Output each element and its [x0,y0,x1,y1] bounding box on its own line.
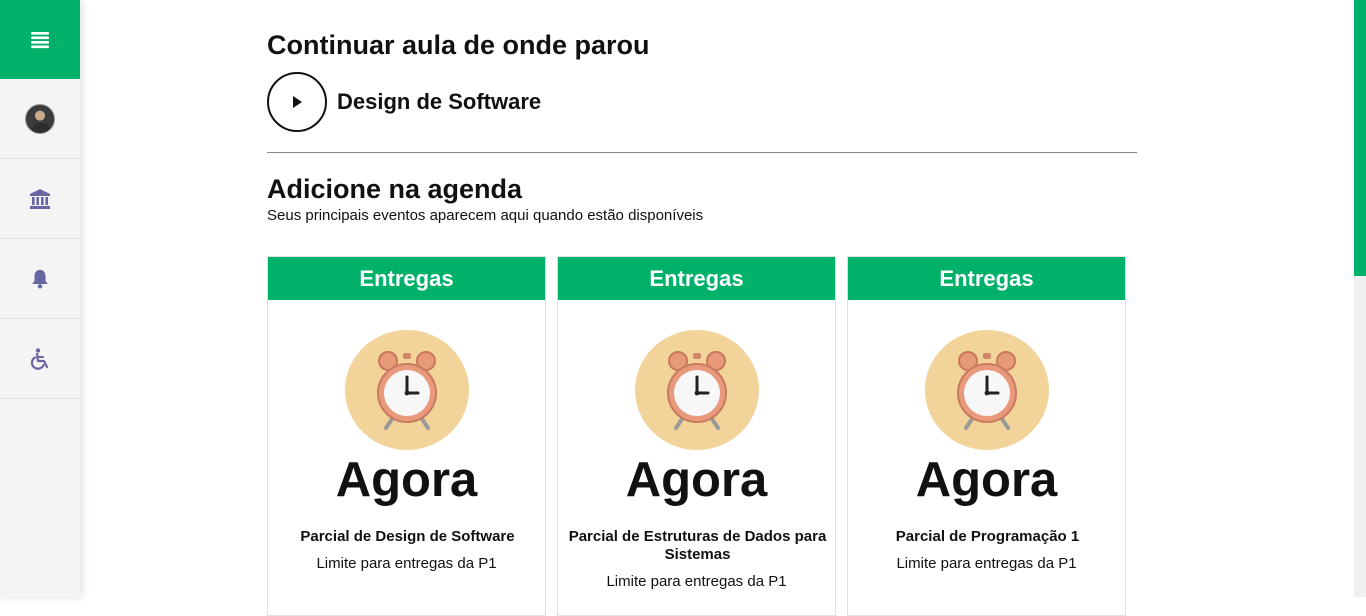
sidebar-item-accessibility[interactable] [0,319,80,399]
alarm-clock-icon [925,330,1049,450]
course-name[interactable]: Design de Software [337,89,541,115]
menu-button[interactable] [0,0,80,79]
sidebar [0,0,80,597]
card-title: Parcial de Design de Software [300,528,515,545]
sidebar-item-notifications[interactable] [0,239,80,319]
agenda-card[interactable]: Entregas Agora Parcial de Design de Soft… [267,256,546,616]
sidebar-item-institution[interactable] [0,159,80,239]
divider [267,152,1137,153]
scrollbar-thumb[interactable] [1354,0,1366,276]
card-time: Agora [335,453,478,507]
scrollbar-track[interactable] [1354,0,1366,597]
alarm-clock-icon [345,330,469,450]
card-description: Limite para entregas da P1 [316,555,497,572]
card-title: Parcial de Estruturas de Dados para Sist… [568,528,827,563]
sidebar-item-profile[interactable] [0,79,80,159]
continue-title: Continuar aula de onde parou [267,30,650,60]
continue-lesson[interactable]: Design de Software [267,72,541,132]
card-header: Entregas [558,257,835,300]
agenda-title: Adicione na agenda [267,174,523,204]
bank-icon [30,188,50,209]
card-description: Limite para entregas da P1 [896,555,1077,572]
card-time: Agora [625,453,768,507]
agenda-card[interactable]: Entregas Agora Parcial de Estruturas de … [557,256,836,616]
agenda-card[interactable]: Entregas Agora Parcial de Programação 1 … [847,256,1126,616]
menu-icon [31,31,49,48]
play-button[interactable] [267,72,327,132]
card-header: Entregas [268,257,545,300]
card-time: Agora [915,453,1058,507]
card-title: Parcial de Programação 1 [895,528,1080,545]
play-icon [293,96,302,108]
alarm-clock-icon [635,330,759,450]
bell-icon [32,269,48,289]
card-description: Limite para entregas da P1 [606,573,787,590]
agenda-subtitle: Seus principais eventos aparecem aqui qu… [267,207,704,224]
wheelchair-icon [30,347,49,370]
card-header: Entregas [848,257,1125,300]
avatar [25,103,55,134]
